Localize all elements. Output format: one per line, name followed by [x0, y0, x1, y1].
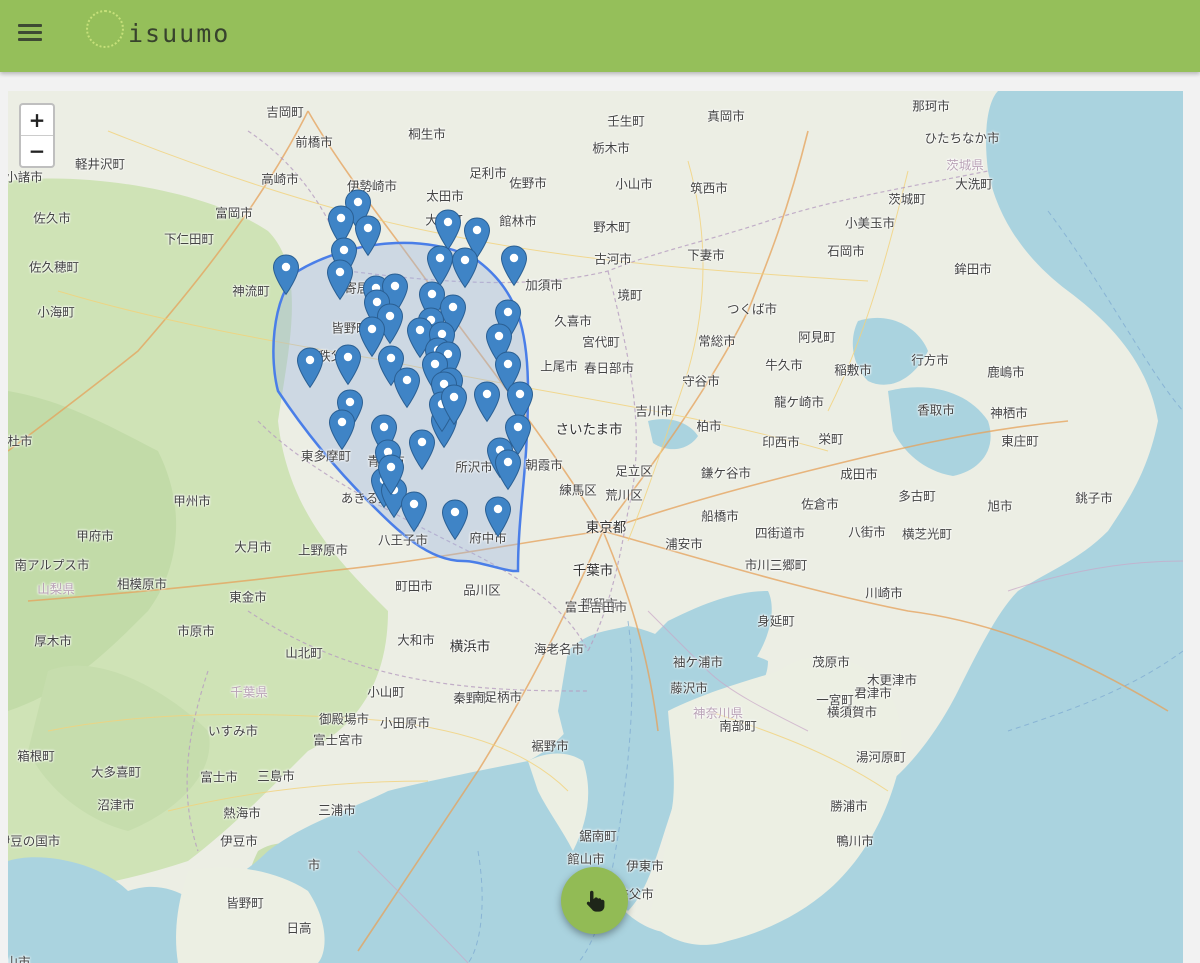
property-pin-icon[interactable]: [500, 245, 528, 287]
app-header: isuumo: [0, 0, 1200, 72]
logo-ring-icon: [86, 10, 124, 48]
property-pin-icon[interactable]: [494, 449, 522, 491]
hand-pointer-icon: [586, 890, 604, 912]
hamburger-icon[interactable]: [18, 22, 44, 42]
property-pin-icon[interactable]: [354, 215, 382, 257]
property-pin-icon[interactable]: [377, 454, 405, 496]
zoom-out-button[interactable]: −: [21, 135, 53, 166]
property-pins: [8, 91, 1183, 963]
property-pin-icon[interactable]: [473, 381, 501, 423]
property-pin-icon[interactable]: [334, 344, 362, 386]
property-pin-icon[interactable]: [272, 254, 300, 296]
property-pin-icon[interactable]: [296, 347, 324, 389]
property-pin-icon[interactable]: [400, 491, 428, 533]
draw-area-button[interactable]: [561, 867, 628, 934]
property-pin-icon[interactable]: [328, 409, 356, 451]
property-pin-icon[interactable]: [393, 367, 421, 409]
logo-text: isuumo: [128, 19, 231, 48]
property-pin-icon[interactable]: [484, 496, 512, 538]
property-pin-icon[interactable]: [326, 259, 354, 301]
map-view[interactable]: 吉岡町 桐生市 真岡市 那珂市 前橋市 壬生町 ひたちなか市 軽井沢町 足利市 栃木市 茨城県 小諸市…: [8, 91, 1183, 963]
zoom-in-button[interactable]: +: [21, 105, 53, 135]
property-pin-icon[interactable]: [440, 384, 468, 426]
property-pin-icon[interactable]: [451, 247, 479, 289]
property-pin-icon[interactable]: [441, 499, 469, 541]
zoom-control: + −: [19, 103, 55, 168]
